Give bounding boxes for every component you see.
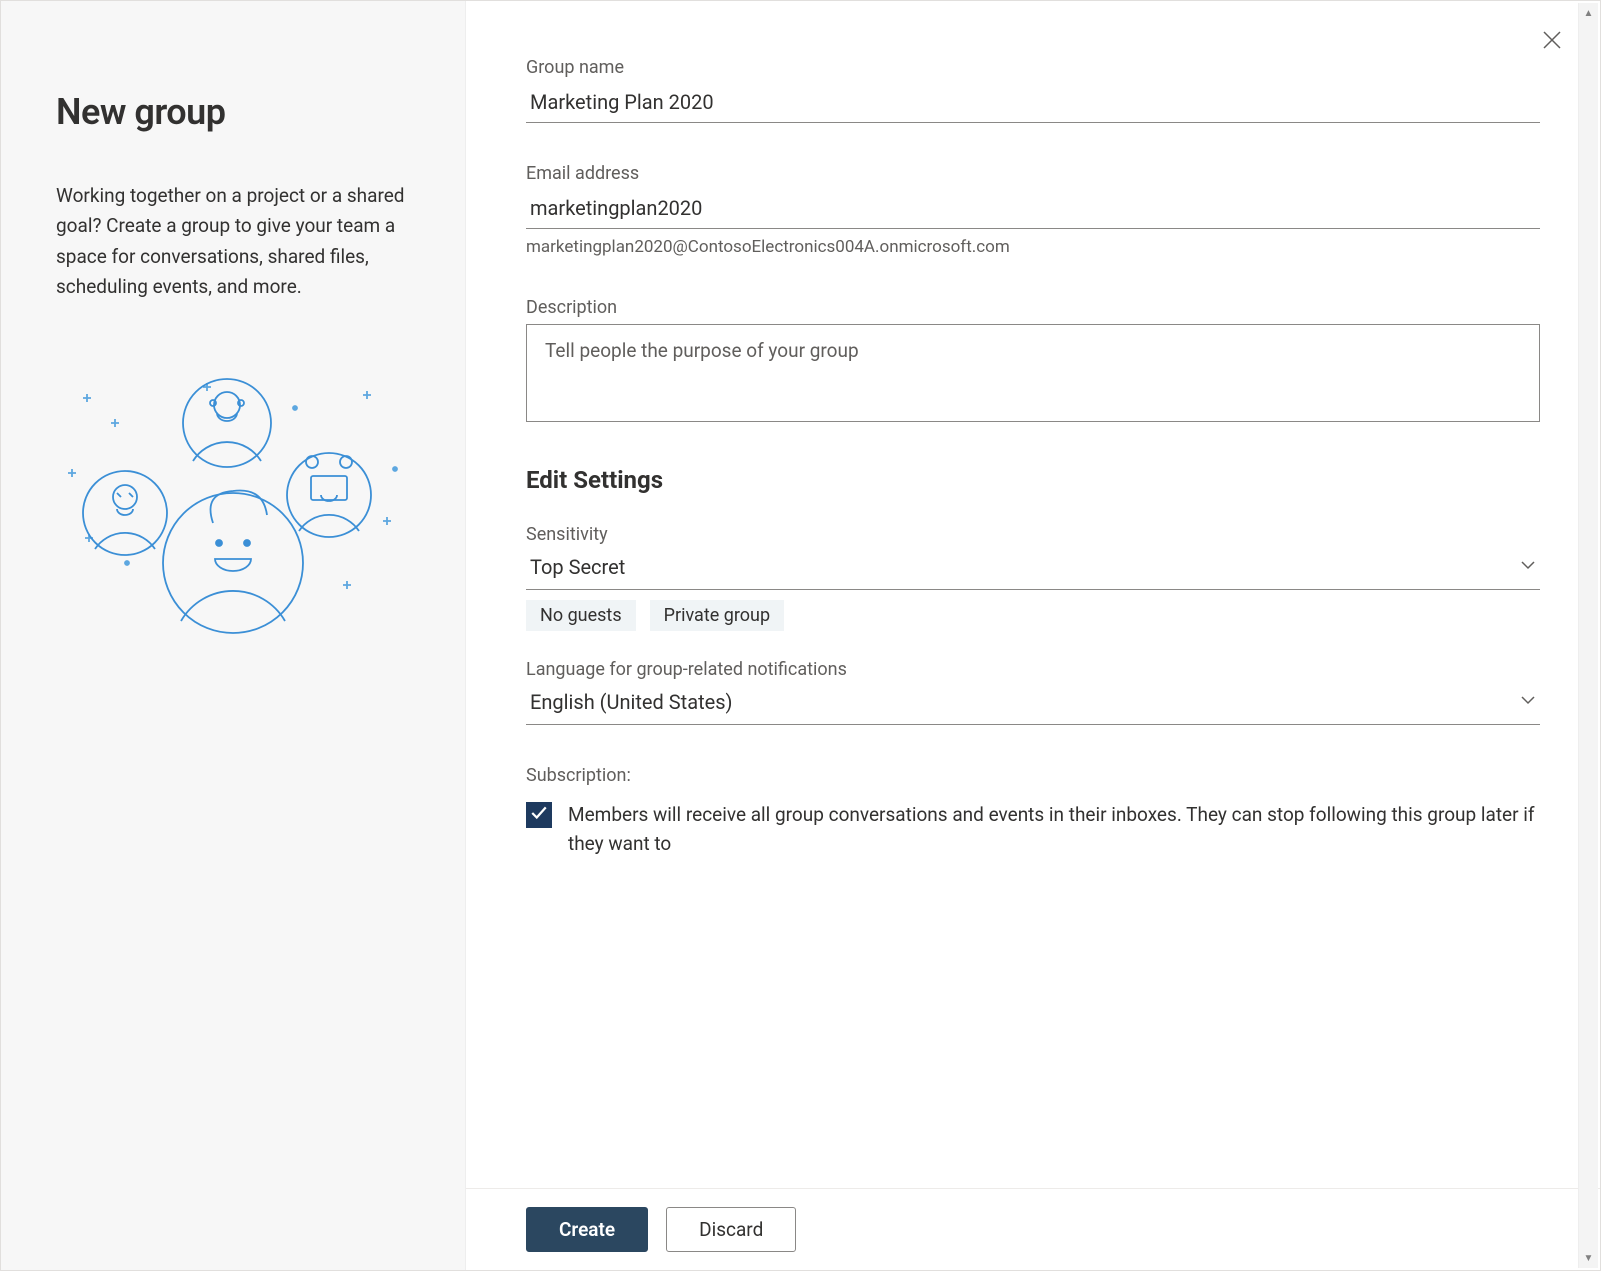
- sensitivity-select[interactable]: Top Secret: [526, 551, 1540, 590]
- subscription-label: Subscription:: [526, 765, 1540, 786]
- left-sidebar: New group Working together on a project …: [1, 1, 466, 1270]
- pill-no-guests: No guests: [526, 600, 636, 631]
- new-group-panel: New group Working together on a project …: [1, 1, 1600, 1270]
- chevron-down-icon: [1520, 692, 1536, 712]
- pill-private-group: Private group: [650, 600, 784, 631]
- email-field: Email address marketingplan2020@ContosoE…: [526, 163, 1540, 257]
- edit-settings-heading: Edit Settings: [526, 466, 1540, 494]
- language-select[interactable]: English (United States): [526, 686, 1540, 725]
- subscription-checkbox[interactable]: [526, 802, 552, 828]
- vertical-scrollbar[interactable]: ▲ ▼: [1578, 3, 1598, 1268]
- email-input[interactable]: [526, 190, 1540, 229]
- close-button[interactable]: [1530, 19, 1574, 63]
- discard-button[interactable]: Discard: [666, 1207, 796, 1252]
- close-icon: [1540, 28, 1564, 55]
- create-button[interactable]: Create: [526, 1207, 648, 1252]
- sensitivity-field: Sensitivity Top Secret No guests Private…: [526, 524, 1540, 631]
- description-input[interactable]: [526, 324, 1540, 422]
- chevron-down-icon: [1520, 557, 1536, 577]
- checkmark-icon: [530, 804, 548, 826]
- group-name-label: Group name: [526, 57, 1540, 78]
- sensitivity-badges: No guests Private group: [526, 600, 1540, 631]
- scroll-down-arrow-icon[interactable]: ▼: [1579, 1248, 1598, 1268]
- sensitivity-label: Sensitivity: [526, 524, 1540, 545]
- language-value: English (United States): [530, 690, 733, 714]
- subscription-field: Subscription: Members will receive all g…: [526, 765, 1540, 859]
- language-field: Language for group-related notifications…: [526, 659, 1540, 725]
- email-hint: marketingplan2020@ContosoElectronics004A…: [526, 237, 1540, 257]
- group-name-field: Group name: [526, 57, 1540, 123]
- description-field: Description: [526, 297, 1540, 426]
- scroll-up-arrow-icon[interactable]: ▲: [1579, 3, 1598, 23]
- intro-text: Working together on a project or a share…: [56, 181, 410, 303]
- language-label: Language for group-related notifications: [526, 659, 1540, 680]
- form-scroll-region[interactable]: Group name Email address marketingplan20…: [466, 1, 1600, 1188]
- sensitivity-value: Top Secret: [530, 555, 625, 579]
- subscription-text: Members will receive all group conversat…: [568, 800, 1540, 859]
- people-illustration: [56, 363, 410, 653]
- group-name-input[interactable]: [526, 84, 1540, 123]
- description-label: Description: [526, 297, 1540, 318]
- page-title: New group: [56, 91, 410, 133]
- email-label: Email address: [526, 163, 1540, 184]
- form-area: Group name Email address marketingplan20…: [466, 1, 1600, 1270]
- footer-bar: Create Discard: [466, 1188, 1600, 1270]
